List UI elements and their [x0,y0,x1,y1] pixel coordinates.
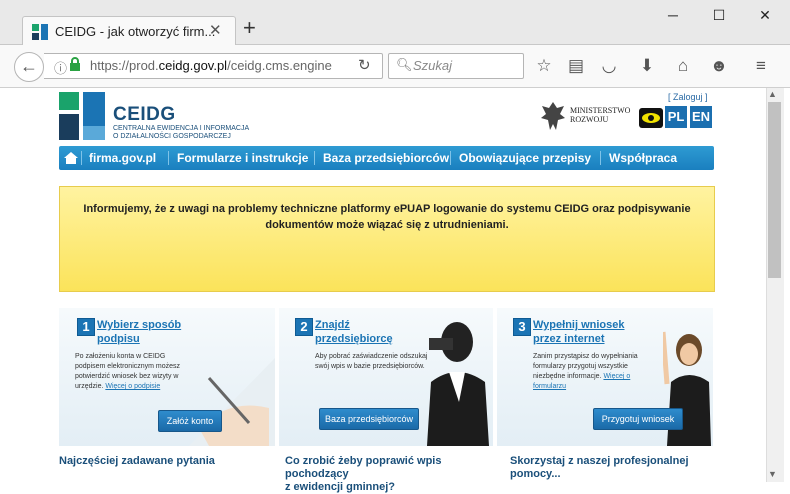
home-icon[interactable]: ⌂ [672,56,694,76]
woman-binoculars-image [427,322,489,446]
step-number-2: 2 [295,318,313,336]
nav-item-firma[interactable]: firma.gov.pl [89,151,156,165]
step-number-3: 3 [513,318,531,336]
nav-divider [81,151,82,165]
nav-item-baza[interactable]: Baza przedsiębiorców [323,151,449,165]
nav-item-przepisy[interactable]: Obowiązujące przepisy [459,151,591,165]
nav-item-formularze[interactable]: Formularze i instrukcje [177,151,308,165]
lang-pl-button[interactable]: PL [665,106,687,128]
search-icon: 🔍︎ [396,57,413,72]
scroll-down-icon[interactable]: ▼ [768,469,777,479]
step-desc-3: Zanim przystąpisz do wypełniania formula… [533,353,638,390]
download-icon[interactable]: ⬇ [636,56,658,76]
step-number-1: 1 [77,318,95,336]
nav-divider [450,151,451,165]
step-panel-2: 2 Znajdź przedsiębiorcę Aby pobrać zaświa… [279,308,493,446]
nav-divider [314,151,315,165]
main-navigation: firma.gov.pl Formularze i instrukcje Baz… [59,146,714,170]
back-arrow-icon[interactable]: ← [14,52,44,82]
minimize-icon[interactable]: ─ [650,0,696,30]
scroll-up-icon[interactable]: ▲ [768,89,777,99]
eagle-emblem-icon [541,102,565,130]
business-database-button[interactable]: Baza przedsiębiorców [319,408,419,430]
login-link[interactable]: [ Zaloguj ] [668,92,708,102]
prepare-application-button[interactable]: Przygotuj wniosek [593,408,683,430]
ceidg-logo-icon [59,92,105,140]
nav-divider [600,151,601,165]
steps-panels: 1 Wybierz sposób podpisu Po założeniu kon… [59,308,713,446]
accessibility-icon[interactable] [639,108,663,128]
step-desc-2: Aby pobrać zaświadczenie odszukaj swój w… [315,353,428,370]
clipboard-icon[interactable]: ▤ [565,56,587,76]
browser-titlebar: CEIDG - jak otworzyć firm... ✕ + ─ ☐ ✕ [0,0,790,46]
close-tab-icon[interactable]: ✕ [209,21,222,39]
create-account-button[interactable]: Załóż konto [158,410,222,432]
notice-box: Informujemy, że z uwagi na problemy tech… [59,186,715,292]
pocket-icon[interactable]: ◡ [598,56,620,76]
lock-icon [70,57,80,71]
menu-icon[interactable]: ≡ [750,56,772,76]
step-desc-1: Po założeniu konta w CEIDG podpisem elek… [75,353,181,390]
info-icon[interactable]: ⓘ [54,58,67,77]
scrollbar-thumb[interactable] [768,102,781,278]
ceidg-favicon-icon [32,24,48,40]
faq-heading[interactable]: Najczęściej zadawane pytania [59,455,269,468]
url-text: https://prod.ceidg.gov.pl/ceidg.cms.engi… [90,58,332,73]
smiley-icon[interactable]: ☻ [708,56,730,76]
search-input[interactable]: 🔍︎ Szukaj [388,53,524,79]
nav-divider [168,151,169,165]
step-title-1[interactable]: Wybierz sposób podpisu [97,318,181,346]
nav-item-wspolpraca[interactable]: Współpraca [609,151,677,165]
search-placeholder: Szukaj [413,58,453,73]
step-title-3[interactable]: Wypełnij wniosek przez internet [533,318,625,346]
url-bar[interactable]: ⓘ https://prod.ceidg.gov.pl/ceidg.cms.en… [44,53,383,79]
bookmark-star-icon[interactable]: ☆ [533,56,555,76]
step-panel-3: 3 Wypełnij wniosek przez internet Zanim p… [497,308,713,446]
close-window-icon[interactable]: ✕ [742,0,788,30]
new-tab-icon[interactable]: + [243,17,256,39]
ministry-name: MINISTERSTWO ROZWOJU [570,106,631,124]
help-heading[interactable]: Skorzystaj z naszej profesjonalnej pomocy… [510,455,710,481]
reload-icon[interactable]: ↻ [358,56,371,74]
tab-title: CEIDG - jak otworzyć firm... [55,24,216,39]
step-panel-1: 1 Wybierz sposób podpisu Po założeniu kon… [59,308,275,446]
browser-toolbar: ← ⓘ https://prod.ceidg.gov.pl/ceidg.cms.… [0,45,790,88]
notice-text: Informujemy, że z uwagi na problemy tech… [83,203,691,231]
browser-tab[interactable]: CEIDG - jak otworzyć firm... ✕ [22,16,236,46]
lang-en-button[interactable]: EN [690,106,712,128]
step-title-2[interactable]: Znajdź przedsiębiorcę [315,318,393,346]
maximize-icon[interactable]: ☐ [696,0,742,30]
logo-subtitle: CENTRALNA EWIDENCJA I INFORMACJA O DZIAŁ… [113,125,250,140]
home-nav-icon[interactable] [63,150,79,166]
logo-name[interactable]: CEIDG [113,104,176,126]
step-link-1[interactable]: Więcej o podpisie [105,383,160,390]
gminna-heading[interactable]: Co zrobić żeby poprawić wpis pochodzący z… [285,455,500,494]
